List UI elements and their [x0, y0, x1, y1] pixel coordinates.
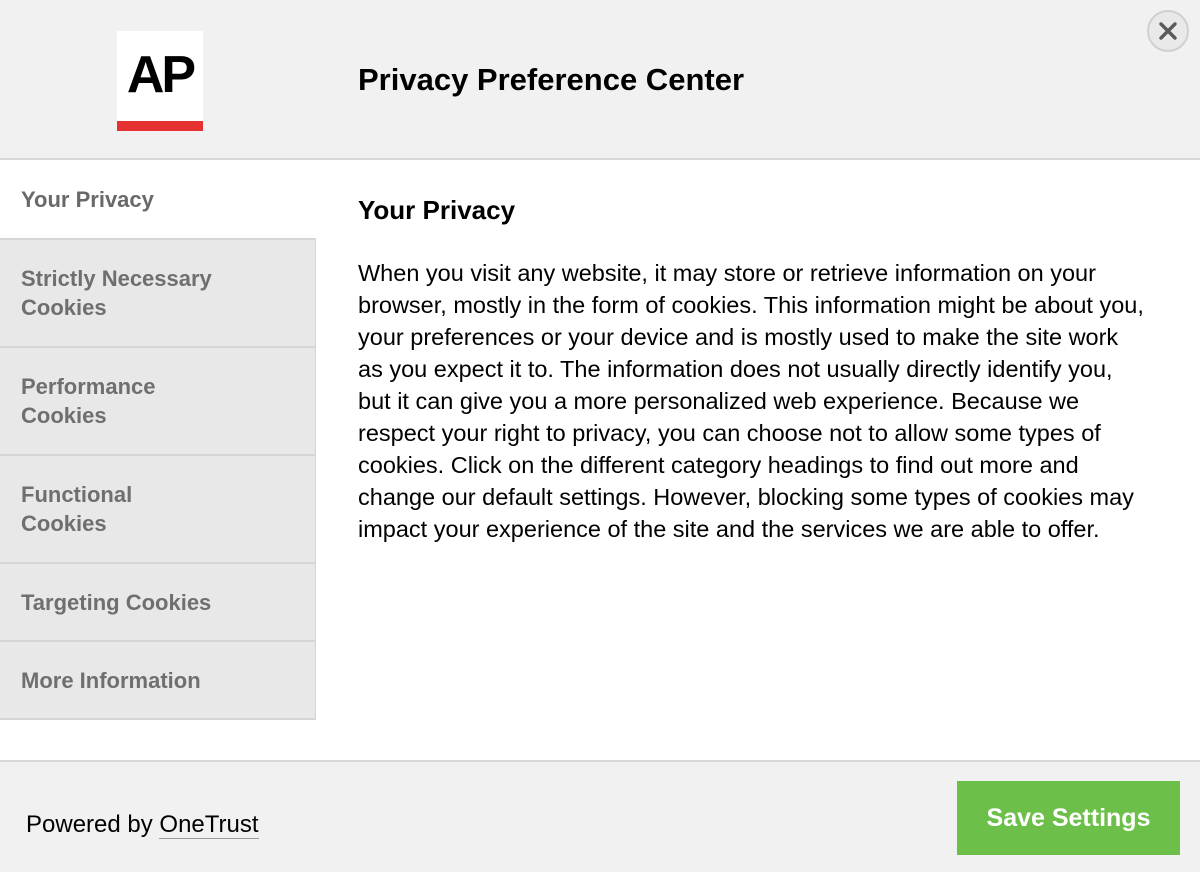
- tab-label: Targeting Cookies: [21, 589, 212, 615]
- tab-your-privacy[interactable]: Your Privacy: [0, 160, 316, 240]
- modal-footer: Powered by OneTrust Save Settings: [0, 760, 1200, 872]
- powered-by-prefix: Powered by: [26, 811, 160, 838]
- tab-label: Cookies: [21, 511, 107, 536]
- tab-performance-cookies[interactable]: Performance Cookies: [0, 348, 316, 456]
- save-settings-button[interactable]: Save Settings: [957, 781, 1180, 855]
- tab-more-information[interactable]: More Information: [0, 642, 316, 720]
- tab-targeting-cookies[interactable]: Targeting Cookies: [0, 564, 316, 642]
- section-description: When you visit any website, it may store…: [358, 260, 1144, 542]
- tab-label: Cookies: [21, 295, 107, 320]
- tab-label: Functional: [21, 482, 133, 507]
- tab-label: Your Privacy: [21, 186, 154, 212]
- tab-strictly-necessary-cookies[interactable]: Strictly Necessary Cookies: [0, 240, 316, 348]
- powered-by: Powered by OneTrust: [26, 810, 259, 840]
- category-sidebar: Your Privacy Strictly Necessary Cookies …: [0, 160, 316, 720]
- ap-logo: AP: [117, 31, 203, 131]
- category-content: Your Privacy When you visit any website,…: [358, 190, 1158, 545]
- onetrust-link[interactable]: OneTrust: [159, 811, 259, 839]
- tab-label: Strictly Necessary: [21, 266, 212, 291]
- tab-functional-cookies[interactable]: Functional Cookies: [0, 456, 316, 564]
- tab-label: Cookies: [21, 403, 107, 428]
- close-button[interactable]: [1147, 10, 1189, 52]
- logo-red-bar: [117, 121, 203, 131]
- section-title: Your Privacy: [358, 195, 516, 225]
- logo-text: AP: [126, 46, 196, 104]
- tab-label: More Information: [21, 667, 201, 693]
- modal-header: AP Privacy Preference Center: [0, 0, 1200, 160]
- page-title: Privacy Preference Center: [358, 62, 745, 97]
- close-icon: [1159, 22, 1177, 40]
- privacy-preference-modal: AP Privacy Preference Center Your Privac…: [0, 0, 1200, 872]
- tab-label: Performance: [21, 374, 156, 399]
